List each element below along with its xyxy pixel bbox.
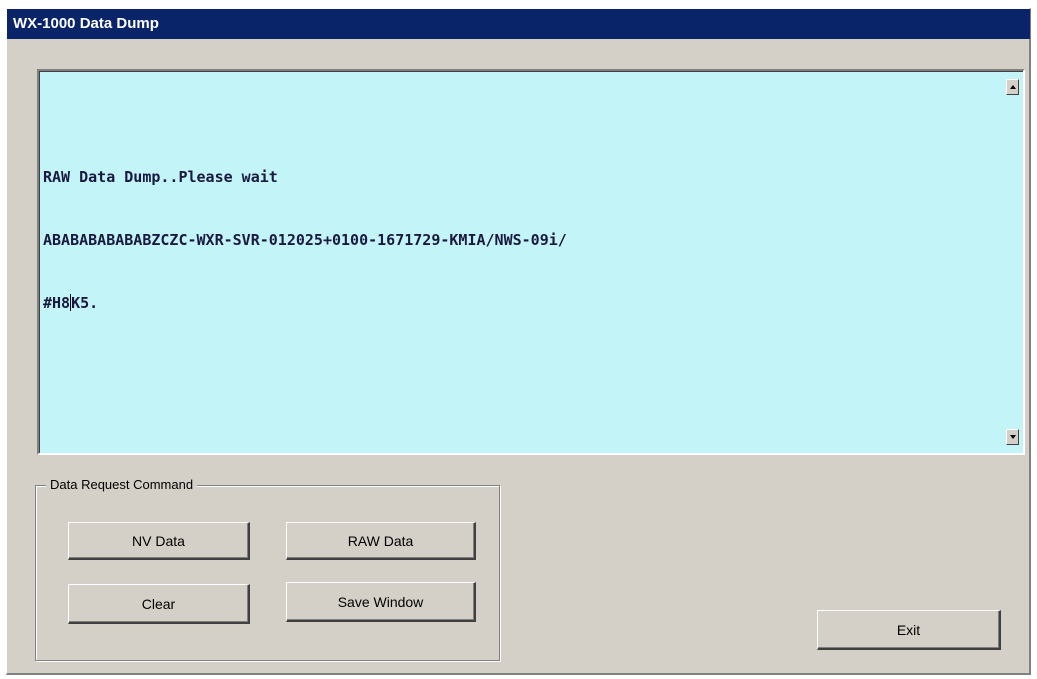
exit-button[interactable]: Exit — [817, 610, 1001, 650]
save-window-button-label: Save Window — [337, 593, 424, 610]
raw-data-button[interactable]: RAW Data — [286, 522, 476, 560]
data-request-command-group: Data Request Command NV Data RAW Data Cl… — [35, 476, 500, 661]
save-window-button[interactable]: Save Window — [286, 582, 476, 622]
output-line-tail-end: K5. — [71, 294, 99, 312]
raw-data-button-label: RAW Data — [347, 532, 414, 549]
clear-button[interactable]: Clear — [68, 584, 250, 624]
output-line-tail-start: #H8 — [43, 294, 71, 312]
clear-button-label: Clear — [141, 595, 176, 612]
exit-button-label: Exit — [896, 621, 921, 638]
output-line-raw: ABABABABABABZCZC-WXR-SVR-012025+0100-167… — [43, 231, 567, 249]
group-legend: Data Request Command — [46, 476, 198, 494]
scroll-up-arrow-icon — [1010, 85, 1016, 89]
window-title: WX-1000 Data Dump — [13, 15, 159, 32]
output-text: RAW Data Dump..Please wait ABABABABABABZ… — [43, 125, 999, 356]
output-text-area[interactable]: RAW Data Dump..Please wait ABABABABABABZ… — [37, 69, 1025, 455]
nv-data-button[interactable]: NV Data — [68, 522, 250, 560]
output-line-status: RAW Data Dump..Please wait — [43, 168, 278, 186]
output-line-tail: #H8K5. — [43, 293, 999, 314]
title-bar[interactable]: WX-1000 Data Dump — [7, 9, 1030, 39]
data-dump-window: WX-1000 Data Dump RAW Data Dump..Please … — [6, 8, 1031, 675]
scroll-up-button[interactable] — [1006, 79, 1019, 95]
scroll-down-arrow-icon — [1010, 435, 1016, 439]
nv-data-button-label: NV Data — [132, 532, 185, 549]
scroll-down-button[interactable] — [1006, 429, 1019, 445]
